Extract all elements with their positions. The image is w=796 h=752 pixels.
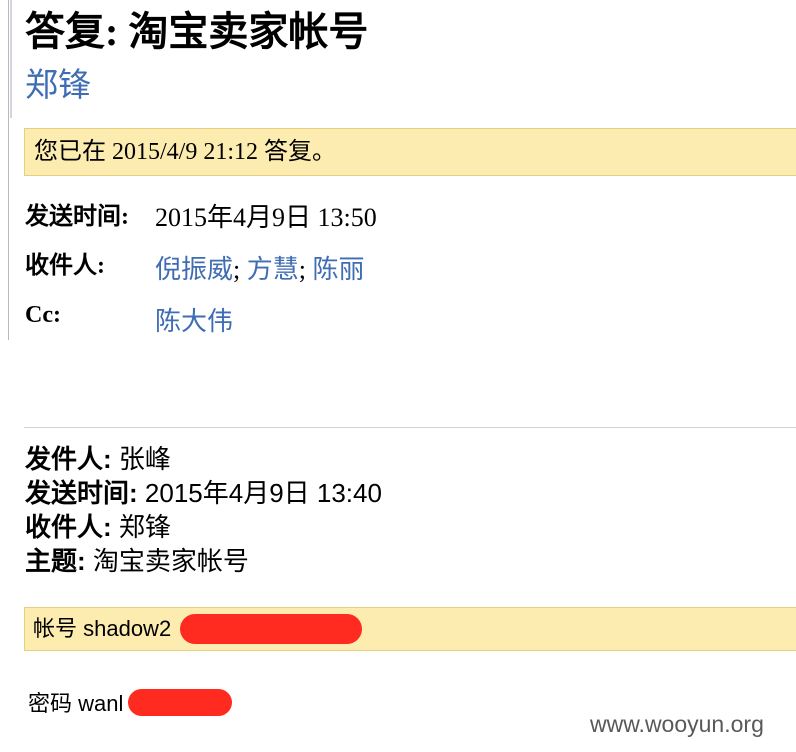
reply-info-text: 您已在 2015/4/9 21:12 答复。 (34, 139, 337, 165)
cc-recipient-link[interactable]: 陈大伟 (155, 307, 233, 336)
password-text: 密码 wanl (28, 691, 124, 716)
recipient-separator: ; (233, 255, 241, 284)
reply-info-bar: 您已在 2015/4/9 21:12 答复。 (24, 128, 796, 176)
account-line: 帐号 shadow2 (24, 607, 796, 651)
original-sent-label: 发送时间: (25, 478, 138, 508)
cc-label: Cc: (25, 302, 61, 328)
original-subject-row: 主题: 淘宝卖家帐号 (25, 544, 382, 578)
original-from-value: 张峰 (118, 444, 171, 474)
to-recipients: 倪振威; 方慧; 陈丽 (155, 255, 365, 285)
account-redaction (180, 614, 362, 644)
original-message-header: 发件人: 张峰 发送时间: 2015年4月9日 13:40 收件人: 郑锋 主题… (25, 442, 382, 578)
original-sent-row: 发送时间: 2015年4月9日 13:40 (25, 476, 382, 510)
sent-time-value: 2015年4月9日 13:50 (155, 203, 377, 232)
recipient-link[interactable]: 倪振威 (155, 255, 233, 284)
password-redaction (128, 689, 232, 716)
left-border (8, 0, 9, 340)
email-subject: 答复: 淘宝卖家帐号 (25, 9, 369, 54)
to-label: 收件人: (25, 253, 105, 279)
password-line: 密码 wanl (28, 689, 123, 719)
sender-name-link[interactable]: 郑锋 (25, 65, 91, 107)
sent-time-label: 发送时间: (25, 204, 129, 230)
original-subject-label: 主题: (25, 546, 86, 576)
original-to-value: 郑锋 (118, 512, 171, 542)
account-text: 帐号 shadow2 (33, 616, 172, 641)
recipient-link[interactable]: 陈丽 (313, 255, 365, 284)
quote-divider (24, 427, 796, 428)
watermark-text: www.wooyun.org (590, 711, 764, 737)
left-accent (10, 0, 12, 118)
cc-recipients: 陈大伟 (155, 307, 233, 337)
recipient-link[interactable]: 方慧 (247, 255, 299, 284)
original-to-label: 收件人: (25, 512, 112, 542)
original-subject-value: 淘宝卖家帐号 (92, 546, 249, 576)
original-sent-value: 2015年4月9日 13:40 (144, 478, 382, 508)
original-from-row: 发件人: 张峰 (25, 442, 382, 476)
original-to-row: 收件人: 郑锋 (25, 510, 382, 544)
original-from-label: 发件人: (25, 444, 112, 474)
recipient-separator: ; (298, 255, 306, 284)
